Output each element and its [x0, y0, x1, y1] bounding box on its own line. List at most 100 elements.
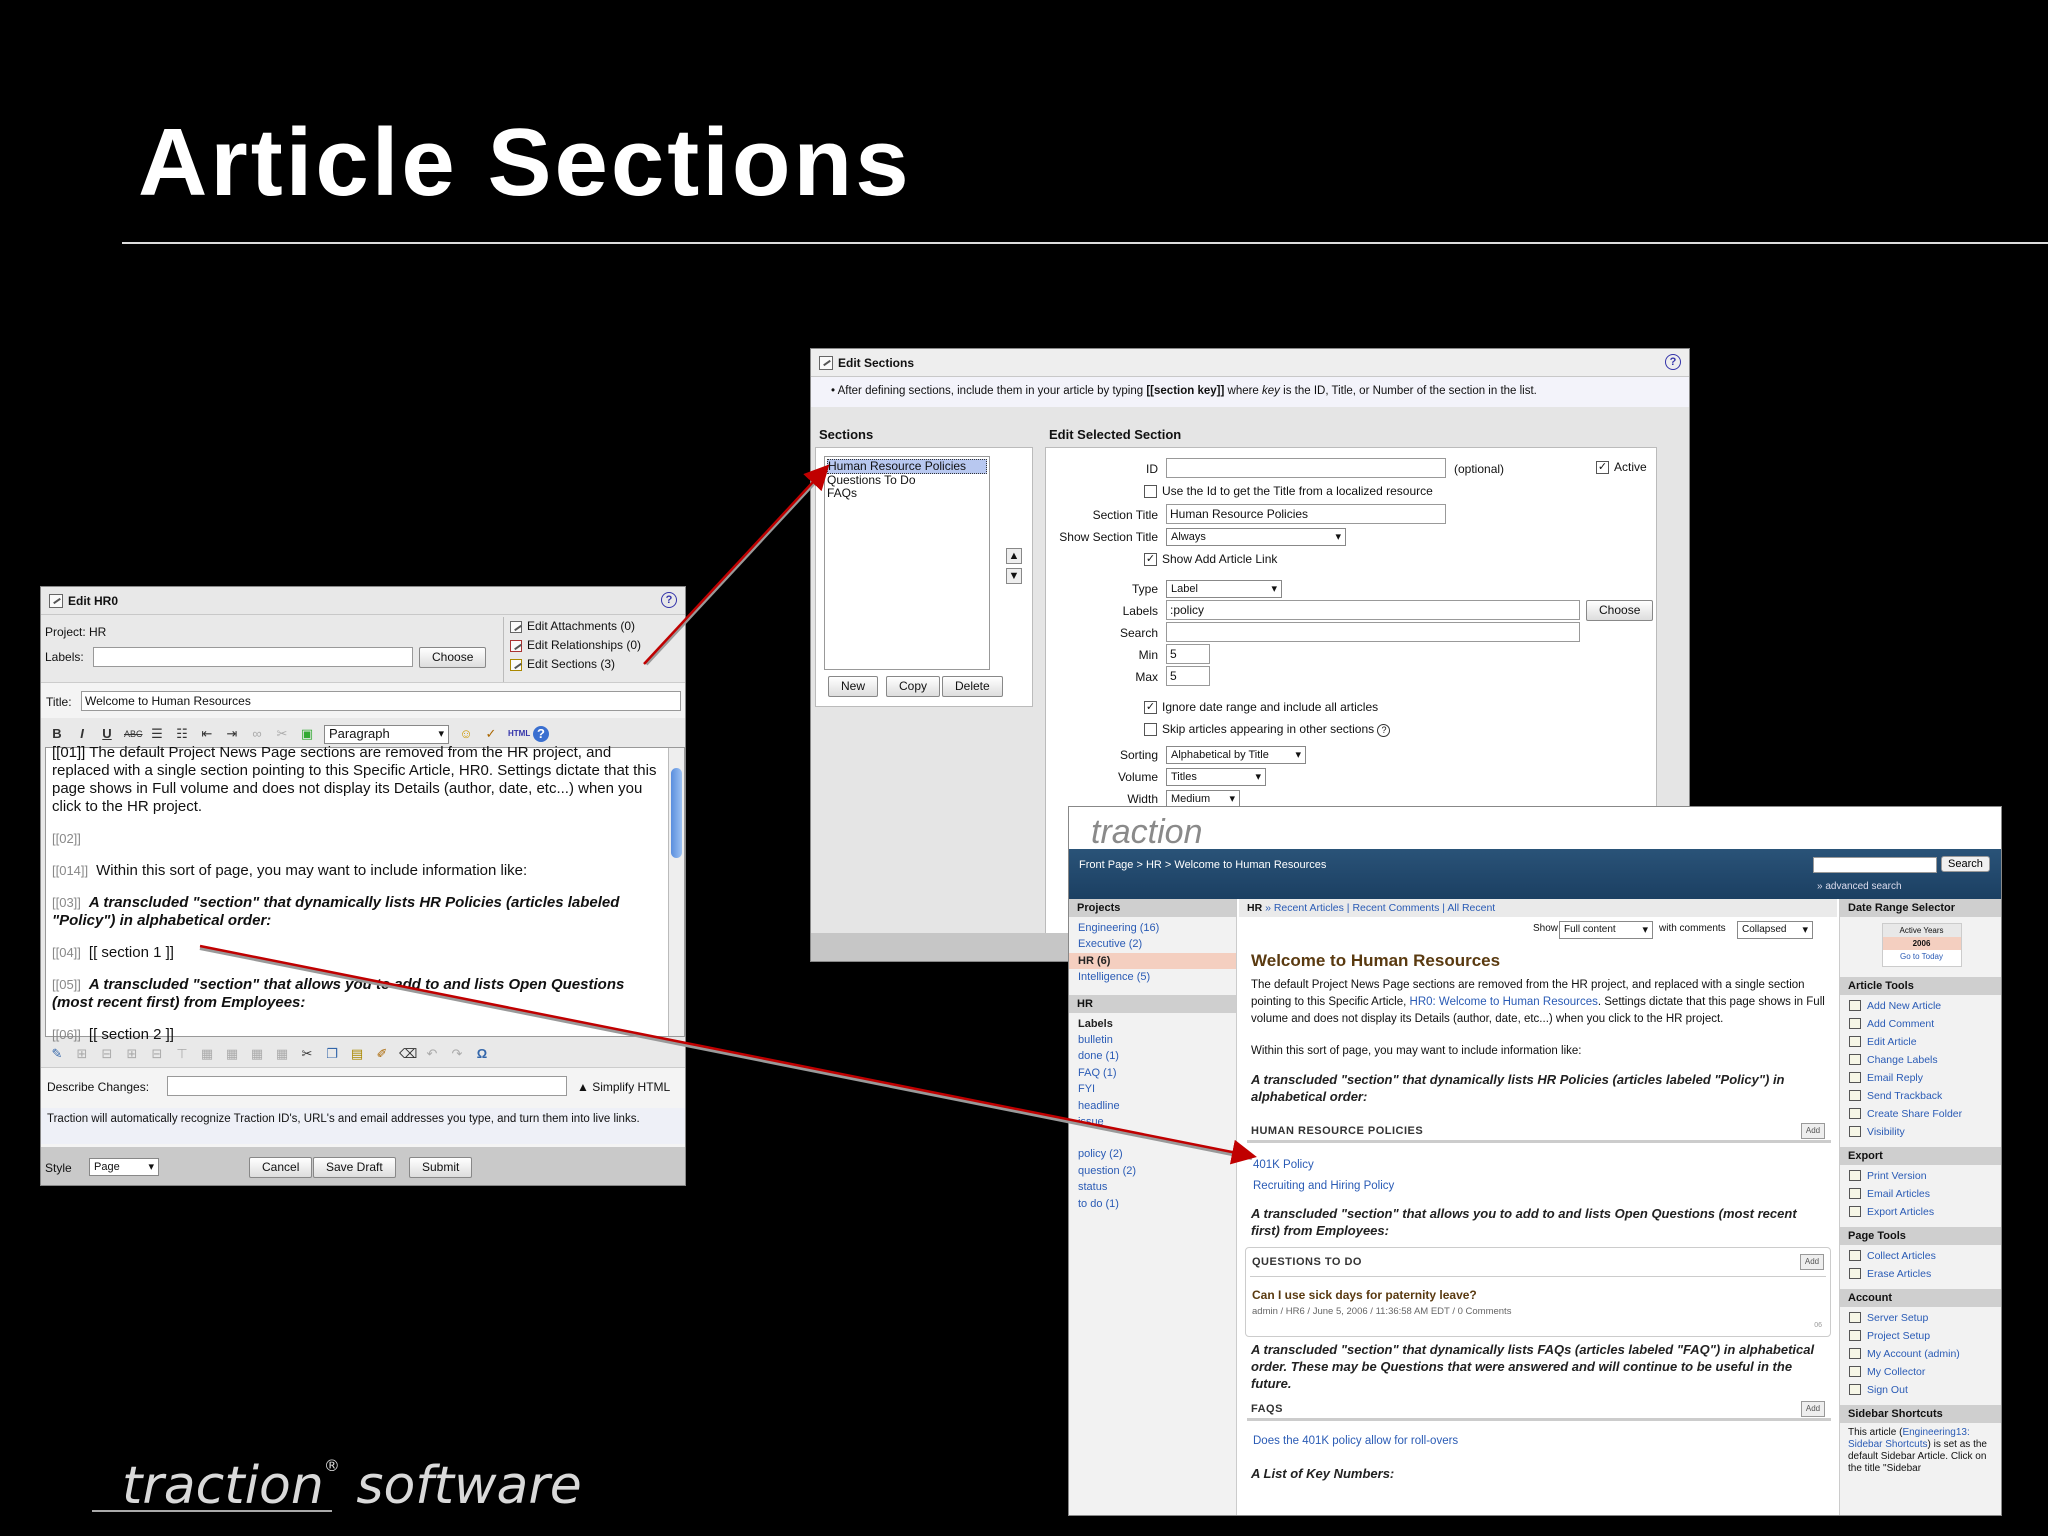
add-new-article-link[interactable]: Add New Article	[1840, 997, 2001, 1015]
paste-icon[interactable]: ▤	[349, 1046, 365, 1062]
section-title-input[interactable]: Human Resource Policies	[1166, 504, 1446, 524]
hr0-link[interactable]: HR0: Welcome to Human Resources	[1410, 996, 1598, 1008]
project-item-selected[interactable]: HR (6)	[1069, 952, 1236, 970]
project-item[interactable]: Intelligence (5)	[1078, 969, 1227, 985]
labels-input[interactable]: :policy	[1166, 600, 1580, 620]
advanced-search-link[interactable]: » advanced search	[1817, 881, 1902, 892]
cut-icon[interactable]: ✂	[299, 1046, 315, 1062]
project-item[interactable]: Executive (2)	[1078, 936, 1227, 952]
ignore-date-checkbox[interactable]: ✓ Ignore date range and include all artic…	[1144, 700, 1378, 715]
sections-listbox[interactable]: Human Resource Policies Questions To Do …	[824, 456, 990, 670]
my-collector-link[interactable]: My Collector	[1840, 1363, 2001, 1381]
delete-col-icon[interactable]: ⊟	[149, 1046, 165, 1062]
label-item[interactable]: headline	[1078, 1098, 1227, 1114]
labels-choose-button[interactable]: Choose	[1586, 600, 1654, 621]
edit-table-icon[interactable]: ✎	[49, 1046, 65, 1062]
go-to-today-link[interactable]: Go to Today	[1883, 950, 1961, 963]
search-input[interactable]	[1166, 622, 1580, 642]
help-icon[interactable]: ?	[661, 592, 677, 608]
collect-articles-link[interactable]: Collect Articles	[1840, 1247, 2001, 1265]
describe-input[interactable]	[167, 1076, 567, 1096]
redo-icon[interactable]: ↷	[449, 1046, 465, 1062]
label-item[interactable]: policy (2)	[1078, 1146, 1227, 1162]
change-labels-link[interactable]: Change Labels	[1840, 1051, 2001, 1069]
move-down-icon[interactable]: ▼	[1006, 568, 1022, 584]
email-reply-link[interactable]: Email Reply	[1840, 1069, 2001, 1087]
eraser-icon[interactable]: ⌫	[399, 1046, 417, 1062]
simplify-html-link[interactable]: ▲ Simplify HTML	[577, 1080, 670, 1094]
clean-icon[interactable]: ✐	[374, 1046, 390, 1062]
section-item[interactable]: FAQs	[827, 487, 987, 500]
sign-out-link[interactable]: Sign Out	[1840, 1381, 2001, 1399]
send-trackback-link[interactable]: Send Trackback	[1840, 1087, 2001, 1105]
volume-select[interactable]: Titles	[1166, 768, 1266, 786]
question-title-link[interactable]: Can I use sick days for paternity leave?	[1252, 1288, 1477, 1302]
email-articles-link[interactable]: Email Articles	[1840, 1185, 2001, 1203]
new-section-button[interactable]: New	[828, 676, 879, 697]
min-input[interactable]: 5	[1166, 644, 1210, 664]
insert-row-icon[interactable]: ⊞	[74, 1046, 90, 1062]
print-version-link[interactable]: Print Version	[1840, 1167, 2001, 1185]
style-select[interactable]: Page	[89, 1158, 159, 1176]
show-select[interactable]: Full content	[1559, 921, 1653, 939]
sorting-select[interactable]: Alphabetical by Title	[1166, 746, 1306, 764]
search-button[interactable]: Search	[1941, 856, 1990, 872]
add-comment-link[interactable]: Add Comment	[1840, 1015, 2001, 1033]
project-item[interactable]: Engineering (16)	[1078, 920, 1227, 936]
copy-section-button[interactable]: Copy	[886, 676, 941, 697]
split-cell-icon[interactable]: ⊤	[174, 1046, 190, 1062]
label-item[interactable]: question (2)	[1078, 1163, 1227, 1179]
show-add-link-checkbox[interactable]: ✓ Show Add Article Link	[1144, 552, 1277, 567]
skip-articles-checkbox[interactable]: Skip articles appearing in other section…	[1144, 722, 1391, 737]
active-checkbox[interactable]: ✓ Active	[1596, 460, 1647, 475]
label-item[interactable]: status	[1078, 1179, 1227, 1195]
show-section-title-select[interactable]: Always	[1166, 528, 1346, 546]
undo-icon[interactable]: ↶	[424, 1046, 440, 1062]
faq-link[interactable]: Does the 401K policy allow for roll-over…	[1253, 1435, 1458, 1447]
label-item[interactable]: bulletin	[1078, 1032, 1227, 1048]
label-item[interactable]: done (1)	[1078, 1048, 1227, 1064]
label-item[interactable]: to do (1)	[1078, 1196, 1227, 1212]
delete-row-icon[interactable]: ⊟	[99, 1046, 115, 1062]
save-draft-button[interactable]: Save Draft	[313, 1157, 396, 1178]
add-policy-button[interactable]: Add	[1801, 1123, 1825, 1139]
cancel-button[interactable]: Cancel	[249, 1157, 313, 1178]
server-setup-link[interactable]: Server Setup	[1840, 1309, 2001, 1327]
omega-icon[interactable]: Ω	[474, 1046, 490, 1062]
merge-cell-icon[interactable]: ▦	[199, 1046, 215, 1062]
edit-attachments-link[interactable]: Edit Attachments (0)	[510, 617, 683, 636]
my-account-link[interactable]: My Account (admin)	[1840, 1345, 2001, 1363]
label-item[interactable]: issue	[1078, 1114, 1227, 1130]
erase-articles-link[interactable]: Erase Articles	[1840, 1265, 2001, 1283]
export-articles-link[interactable]: Export Articles	[1840, 1203, 2001, 1221]
project-setup-link[interactable]: Project Setup	[1840, 1327, 2001, 1345]
cell-props-icon[interactable]: ▦	[249, 1046, 265, 1062]
label-item[interactable]: FAQ (1)	[1078, 1065, 1227, 1081]
use-id-checkbox[interactable]: Use the Id to get the Title from a local…	[1144, 484, 1433, 499]
row-props-icon[interactable]: ▦	[274, 1046, 290, 1062]
year-2006[interactable]: 2006	[1882, 937, 1961, 950]
policy-link[interactable]: Recruiting and Hiring Policy	[1253, 1176, 1394, 1197]
edit-sections-link[interactable]: Edit Sections (3)	[510, 655, 683, 674]
editor-scrollbar[interactable]	[668, 748, 684, 1036]
type-select[interactable]: Label	[1166, 580, 1282, 598]
delete-section-button[interactable]: Delete	[942, 676, 1003, 697]
add-question-button[interactable]: Add	[1800, 1254, 1824, 1270]
labels-choose-button[interactable]: Choose	[419, 647, 487, 668]
max-input[interactable]: 5	[1166, 666, 1210, 686]
label-item[interactable]: FYI	[1078, 1081, 1227, 1097]
insert-col-icon[interactable]: ⊞	[124, 1046, 140, 1062]
create-share-folder-link[interactable]: Create Share Folder	[1840, 1105, 2001, 1123]
help-icon[interactable]: ?	[1377, 724, 1391, 737]
search-input[interactable]	[1813, 857, 1937, 873]
add-faq-button[interactable]: Add	[1801, 1401, 1825, 1417]
visibility-link[interactable]: Visibility	[1840, 1123, 2001, 1141]
article-editor[interactable]: [[01]] The default Project News Page sec…	[45, 744, 685, 1043]
labels-input[interactable]	[93, 647, 413, 667]
id-input[interactable]	[1166, 458, 1446, 478]
edit-relationships-link[interactable]: Edit Relationships (0)	[510, 636, 683, 655]
recent-links[interactable]: » Recent Articles | Recent Comments | Al…	[1265, 902, 1495, 914]
submit-button[interactable]: Submit	[409, 1157, 473, 1178]
help-icon[interactable]: ?	[1665, 354, 1681, 370]
section-item[interactable]: Human Resource Policies	[827, 459, 987, 474]
